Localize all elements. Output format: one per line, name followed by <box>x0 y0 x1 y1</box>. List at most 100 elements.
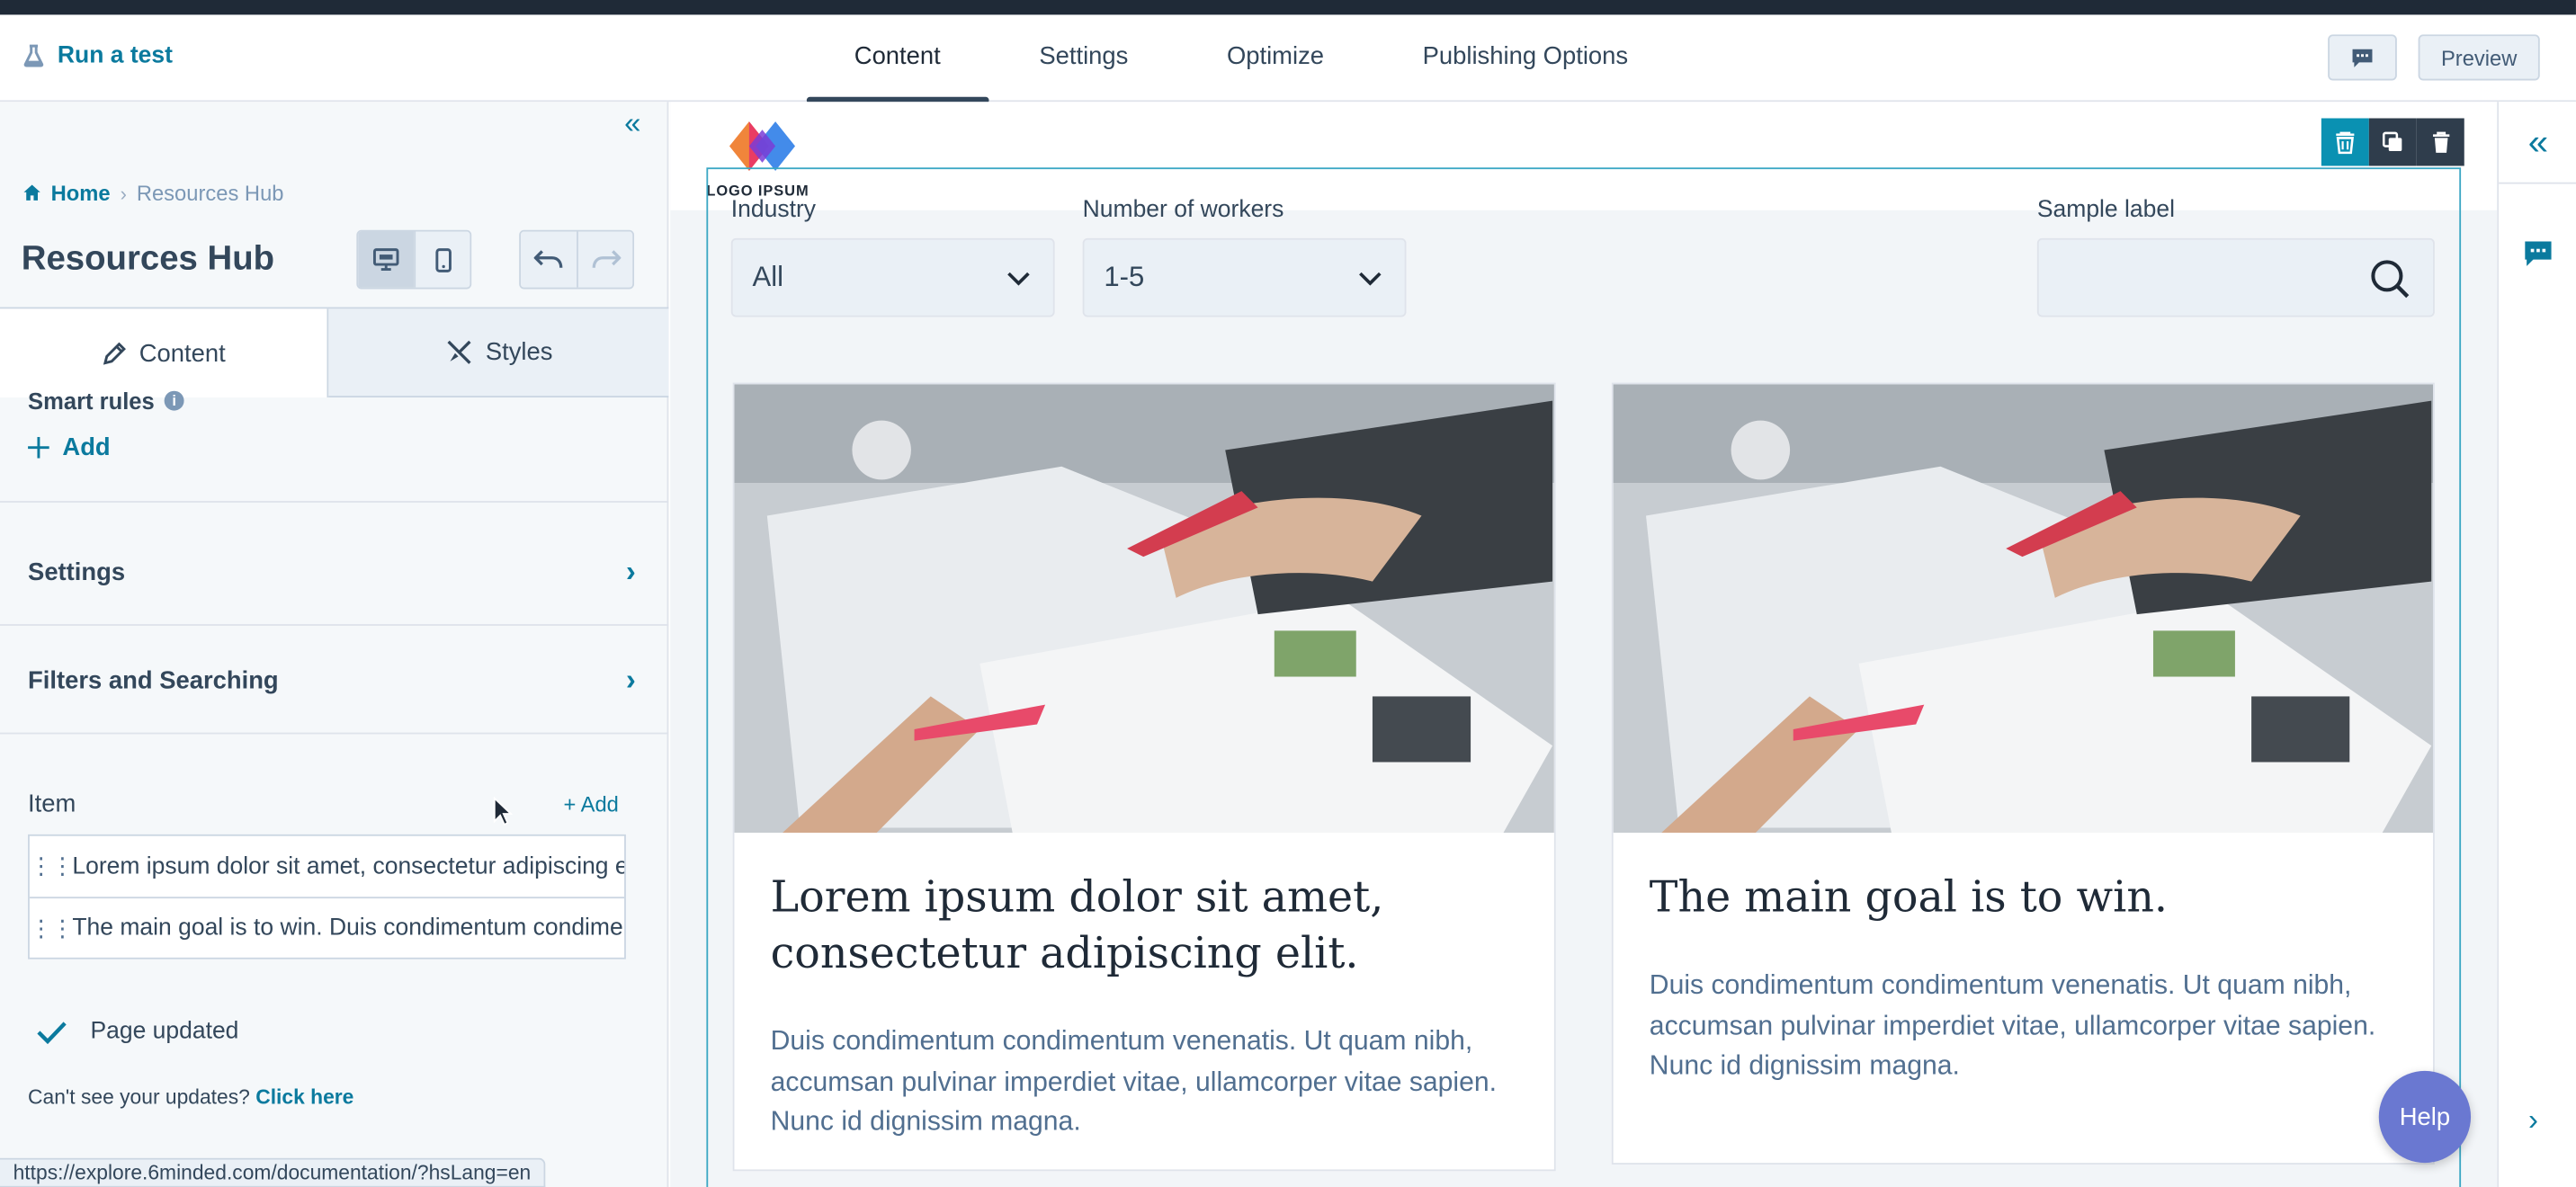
industry-select-value: All <box>752 261 784 293</box>
chevron-right-icon[interactable]: › <box>2528 1103 2538 1138</box>
status-bar-url: https://explore.6minded.com/documentatio… <box>0 1157 546 1187</box>
module-toolbar <box>2321 118 2464 166</box>
collapse-sidebar-icon[interactable]: « <box>624 109 654 138</box>
device-toggle <box>356 229 472 290</box>
tab-publishing-options[interactable]: Publishing Options <box>1373 14 1677 102</box>
desktop-view-button[interactable] <box>358 231 415 288</box>
sidebar-tabs: Content Styles <box>0 307 669 398</box>
settings-section[interactable]: Settings › <box>28 555 636 589</box>
editor-window: Run a test Content Settings Optimize Pub… <box>0 0 2576 1187</box>
page-updated-label: Page updated <box>90 1018 239 1045</box>
resource-card[interactable]: The main goal is to win. Duis condimentu… <box>1611 382 2435 1165</box>
card-title[interactable]: Lorem ipsum dolor sit amet, consectetur … <box>771 870 1526 982</box>
add-item-button[interactable]: + Add <box>563 791 618 816</box>
filters-bar: Industry All Number of workers 1-5 Sampl… <box>730 197 2440 328</box>
tab-optimize[interactable]: Optimize <box>1177 14 1373 102</box>
workers-select[interactable]: 1-5 <box>1082 237 1407 317</box>
card-title[interactable]: The main goal is to win. <box>1650 870 2405 926</box>
module-delete-button[interactable] <box>2416 118 2464 166</box>
drag-handle-icon[interactable]: ⋮⋮ <box>30 836 74 897</box>
chevron-down-icon <box>1359 271 1382 285</box>
search-label: Sample label <box>2036 197 2175 224</box>
chevron-right-icon: › <box>120 181 127 205</box>
redo-icon <box>591 250 621 268</box>
expand-panel-icon[interactable]: « <box>2499 102 2576 184</box>
filters-searching-section[interactable]: Filters and Searching › <box>28 664 636 698</box>
industry-label: Industry <box>730 197 817 224</box>
undo-icon <box>533 250 563 268</box>
tab-sidebar-styles[interactable]: Styles <box>328 308 669 398</box>
help-button[interactable]: Help <box>2378 1070 2472 1164</box>
chevron-right-icon: › <box>625 663 636 697</box>
workers-label: Number of workers <box>1082 197 1284 224</box>
flask-icon <box>23 44 44 67</box>
comment-icon[interactable] <box>2524 240 2554 268</box>
mobile-icon <box>434 247 452 272</box>
list-item-text: The main goal is to win. Duis condimentu… <box>72 915 624 942</box>
tab-sidebar-content[interactable]: Content <box>0 308 329 398</box>
smart-rules-label: Smart rules i <box>28 388 184 414</box>
drag-handle-icon[interactable]: ⋮⋮ <box>30 898 74 958</box>
desktop-icon <box>372 248 399 272</box>
module-clear-button[interactable] <box>2321 118 2369 166</box>
undo-redo-group <box>519 229 635 290</box>
list-item[interactable]: ⋮⋮ The main goal is to win. Duis condime… <box>29 897 625 958</box>
info-icon[interactable]: i <box>164 390 184 411</box>
comment-icon <box>2352 48 2373 67</box>
item-list: ⋮⋮ Lorem ipsum dolor sit amet, consectet… <box>28 834 626 959</box>
add-smart-rule-button[interactable]: Add <box>28 433 111 461</box>
run-test-button[interactable]: Run a test <box>23 42 173 69</box>
right-rail: « › <box>2497 102 2576 1187</box>
chevron-down-icon <box>1007 271 1030 285</box>
delete-row-icon <box>2336 130 2355 154</box>
comments-button[interactable] <box>2328 34 2397 81</box>
check-icon <box>37 1021 67 1044</box>
industry-select[interactable]: All <box>730 237 1055 317</box>
breadcrumb-home[interactable]: Home <box>23 181 111 205</box>
tab-sidebar-content-label: Content <box>139 339 226 368</box>
search-input[interactable] <box>2036 237 2435 317</box>
pencil-icon <box>103 341 126 364</box>
preview-button[interactable]: Preview <box>2418 34 2540 81</box>
search-icon <box>2371 260 2410 299</box>
editor-tabs: Content Settings Optimize Publishing Opt… <box>805 14 1677 104</box>
smart-rules-text: Smart rules <box>28 388 155 415</box>
top-strip <box>0 0 2576 15</box>
cant-see-updates: Can't see your updates? Click here <box>28 1085 353 1109</box>
filters-searching-label: Filters and Searching <box>28 666 279 695</box>
mobile-view-button[interactable] <box>414 231 470 288</box>
redo-button[interactable] <box>577 231 633 288</box>
tab-content[interactable]: Content <box>805 14 990 104</box>
card-image <box>734 384 1554 834</box>
settings-section-label: Settings <box>28 558 126 587</box>
card-text: Duis condimentum condimentum venenatis. … <box>1649 970 2376 1081</box>
editor-sidebar: « Home › Resources Hub Resources Hub Con… <box>0 102 669 1187</box>
workers-select-value: 1-5 <box>1104 261 1145 293</box>
cant-see-text: Can't see your updates? <box>28 1085 250 1109</box>
page-canvas: LOGO IPSUM Industry All Number of worker… <box>670 102 2498 1187</box>
add-label: Add <box>62 433 111 462</box>
page-title: Resources Hub <box>21 239 275 278</box>
mouse-cursor-icon <box>493 796 513 826</box>
tab-settings[interactable]: Settings <box>990 14 1178 102</box>
tab-sidebar-styles-label: Styles <box>485 338 553 367</box>
home-icon <box>23 184 40 201</box>
run-test-label: Run a test <box>57 42 173 69</box>
module-duplicate-button[interactable] <box>2368 118 2417 166</box>
divider <box>0 501 669 503</box>
list-item-text: Lorem ipsum dolor sit amet, consectetur … <box>72 852 625 880</box>
trash-icon <box>2432 130 2449 152</box>
editor-header: Run a test Content Settings Optimize Pub… <box>0 14 2576 104</box>
card-image <box>1613 384 2434 834</box>
duplicate-icon <box>2382 131 2402 152</box>
breadcrumb-current: Resources Hub <box>136 180 284 206</box>
resource-card[interactable]: Lorem ipsum dolor sit amet, consectetur … <box>732 382 1556 1172</box>
item-label: Item <box>28 790 76 818</box>
undo-button[interactable] <box>521 231 577 288</box>
divider <box>0 624 669 626</box>
list-item[interactable]: ⋮⋮ Lorem ipsum dolor sit amet, consectet… <box>30 836 624 897</box>
breadcrumb: Home › Resources Hub <box>23 180 284 206</box>
card-text: Duis condimentum condimentum venenatis. … <box>770 1026 1498 1137</box>
chevron-right-icon: › <box>625 555 636 588</box>
click-here-link[interactable]: Click here <box>255 1085 353 1109</box>
